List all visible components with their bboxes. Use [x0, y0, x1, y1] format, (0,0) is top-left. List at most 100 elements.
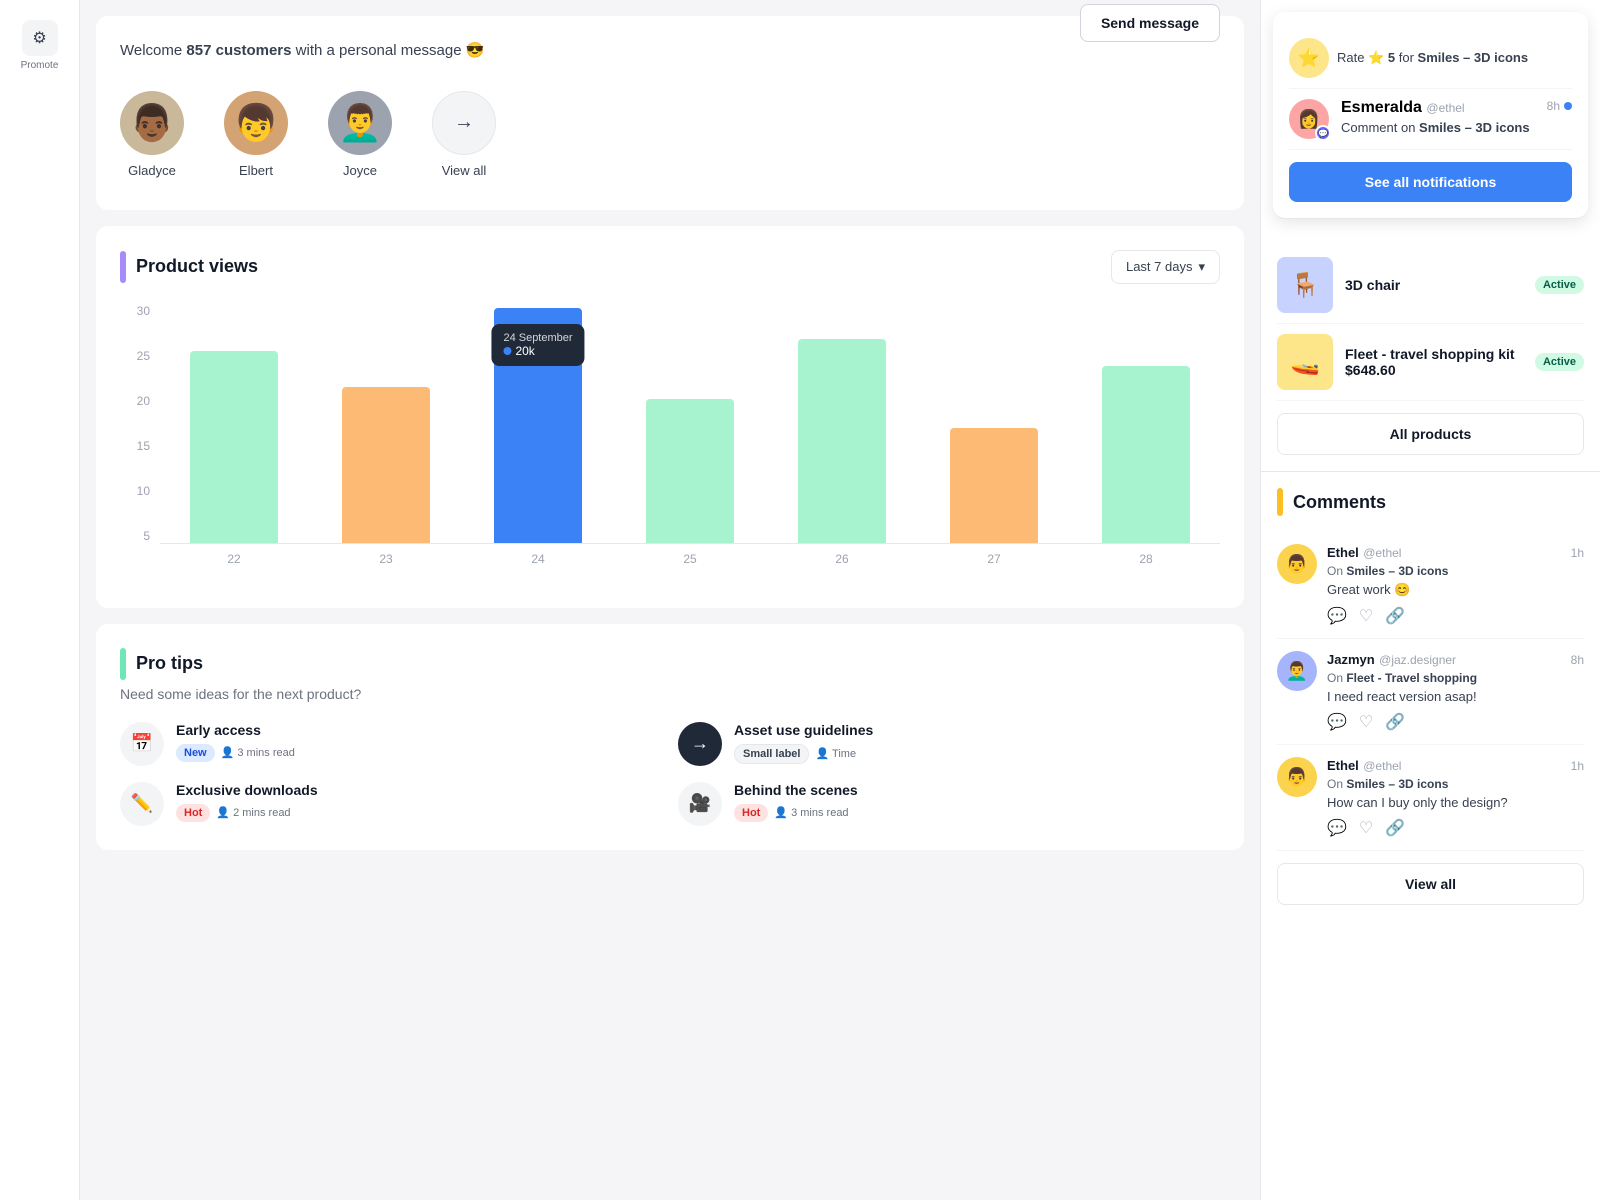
comment-ethel-1: 👨 Ethel @ethel 1h On Smiles – 3D icons G… [1277, 532, 1584, 639]
product-fleet-name: Fleet - travel shopping kit [1345, 346, 1523, 362]
product-views-card: Product views Last 7 days ▾ 5 10 15 20 2… [96, 226, 1244, 608]
avatar-gladyce-image: 👨🏾 [120, 91, 184, 155]
products-section: 🪑 3D chair Active 🚤 Fleet - travel shopp… [1261, 231, 1600, 472]
chart-bars: 24 September 20k [160, 304, 1220, 544]
pro-tips-card: Pro tips Need some ideas for the next pr… [96, 624, 1244, 850]
comment-ethel-1-avatar: 👨 [1277, 544, 1317, 584]
pro-tips-subtitle: Need some ideas for the next product? [120, 686, 1220, 702]
product-3d-chair-thumb: 🪑 [1277, 257, 1333, 313]
avatar-joyce-image: 👨‍🦱 [328, 91, 392, 155]
comment-ethel-1-author: Ethel [1327, 545, 1359, 560]
unread-dot [1564, 102, 1572, 110]
bar-23 [312, 304, 460, 543]
bar-22 [160, 304, 308, 543]
tip-asset-guidelines-title: Asset use guidelines [734, 722, 873, 738]
comment-jazmyn-product: On Fleet - Travel shopping [1327, 671, 1584, 685]
all-products-button[interactable]: All products [1277, 413, 1584, 455]
link-button-2[interactable]: 🔗 [1385, 712, 1405, 732]
comment-ethel-2-time: 1h [1571, 759, 1584, 773]
welcome-text: Welcome 857 customers with a personal me… [120, 40, 484, 63]
comments-section: Comments 👨 Ethel @ethel 1h On Smiles – 3… [1261, 472, 1600, 921]
title-accent-green [120, 648, 126, 680]
chart-x-labels: 22 23 24 25 26 27 28 [160, 552, 1220, 566]
avatar-gladyce[interactable]: 👨🏾 Gladyce [120, 91, 184, 178]
comment-ethel-2-product: On Smiles – 3D icons [1327, 777, 1584, 791]
comment-ethel-1-product: On Smiles – 3D icons [1327, 564, 1584, 578]
see-all-notifications-button[interactable]: See all notifications [1289, 162, 1572, 202]
avatar-elbert-name: Elbert [239, 163, 273, 178]
like-button-3[interactable]: ♡ [1359, 818, 1373, 838]
view-all-comments-button[interactable]: View all [1277, 863, 1584, 905]
tip-behind-scenes-title: Behind the scenes [734, 782, 858, 798]
tag-new: New [176, 744, 215, 762]
tip-arrow-icon: → [678, 722, 722, 766]
tag-time: 👤 Time [815, 744, 856, 764]
comment-ethel-1-time: 1h [1571, 546, 1584, 560]
comment-ethel-2-text: How can I buy only the design? [1327, 795, 1584, 810]
welcome-card: Welcome 857 customers with a personal me… [96, 16, 1244, 210]
sidebar: ⚙ Promote [0, 0, 80, 1200]
like-button-1[interactable]: ♡ [1359, 606, 1373, 626]
reply-button-1[interactable]: 💬 [1327, 606, 1347, 626]
tag-small-label: Small label [734, 744, 809, 764]
avatar-row: 👨🏾 Gladyce 👦 Elbert 👨‍🦱 Joyce → View all [120, 83, 1220, 186]
view-all-label: View all [442, 163, 487, 178]
rate-avatar: ⭐ [1289, 38, 1329, 78]
bar-25 [616, 304, 764, 543]
product-fleet: 🚤 Fleet - travel shopping kit $648.60 Ac… [1277, 324, 1584, 401]
chevron-down-icon: ▾ [1198, 259, 1205, 275]
product-views-title: Product views [120, 251, 258, 283]
chart-tooltip: 24 September 20k [491, 324, 584, 366]
like-button-2[interactable]: ♡ [1359, 712, 1373, 732]
tip-downloads-icon: ✏️ [120, 782, 164, 826]
tag-read-time: 👤 3 mins read [221, 744, 295, 762]
avatar-view-all[interactable]: → View all [432, 91, 496, 178]
link-button-3[interactable]: 🔗 [1385, 818, 1405, 838]
tag-hot-2: Hot [734, 804, 768, 822]
comment-ethel-2: 👨 Ethel @ethel 1h On Smiles – 3D icons H… [1277, 745, 1584, 851]
sidebar-logo[interactable]: ⚙ [22, 20, 58, 56]
comment-jazmyn-actions: 💬 ♡ 🔗 [1327, 712, 1584, 732]
product-fleet-status: Active [1535, 353, 1584, 371]
comment-jazmyn-author: Jazmyn [1327, 652, 1375, 667]
avatar-elbert-image: 👦 [224, 91, 288, 155]
bar-24: 24 September 20k [464, 304, 612, 543]
sidebar-label: Promote [21, 60, 59, 71]
tip-early-access: 📅 Early access New 👤 3 mins read [120, 722, 662, 766]
period-selector-button[interactable]: Last 7 days ▾ [1111, 250, 1220, 284]
product-fleet-thumb: 🚤 [1277, 334, 1333, 390]
bar-26 [768, 304, 916, 543]
tip-video-icon: 🎥 [678, 782, 722, 826]
comments-title: Comments [1277, 488, 1584, 516]
avatar-elbert[interactable]: 👦 Elbert [224, 91, 288, 178]
product-3d-chair-status: Active [1535, 276, 1584, 294]
tip-asset-guidelines: → Asset use guidelines Small label 👤 Tim… [678, 722, 1220, 766]
send-message-button[interactable]: Send message [1080, 4, 1220, 42]
right-panel: ⭐ Rate ⭐ 5 for Smiles – 3D icons 👩 💬 Es [1260, 0, 1600, 1200]
product-3d-chair-name: 3D chair [1345, 277, 1523, 293]
chart-y-labels: 5 10 15 20 25 30 [120, 304, 150, 544]
tag-read-2mins: 👤 2 mins read [216, 804, 290, 822]
tip-behind-scenes: 🎥 Behind the scenes Hot 👤 3 mins read [678, 782, 1220, 826]
product-views-header: Product views Last 7 days ▾ [120, 250, 1220, 284]
tip-early-access-icon: 📅 [120, 722, 164, 766]
tip-early-access-title: Early access [176, 722, 295, 738]
esmeralda-avatar: 👩 💬 [1289, 99, 1329, 139]
title-accent-purple [120, 251, 126, 283]
reply-button-3[interactable]: 💬 [1327, 818, 1347, 838]
product-views-chart: 5 10 15 20 25 30 [120, 304, 1220, 584]
avatar-joyce-name: Joyce [343, 163, 377, 178]
bar-28 [1072, 304, 1220, 543]
bar-27 [920, 304, 1068, 543]
avatar-joyce[interactable]: 👨‍🦱 Joyce [328, 91, 392, 178]
comments-accent [1277, 488, 1283, 516]
comment-ethel-2-author: Ethel [1327, 758, 1359, 773]
comment-jazmyn-avatar: 👨‍🦱 [1277, 651, 1317, 691]
pro-tips-title: Pro tips [120, 648, 1220, 680]
tip-exclusive-downloads-title: Exclusive downloads [176, 782, 318, 798]
tag-hot-1: Hot [176, 804, 210, 822]
reply-button-2[interactable]: 💬 [1327, 712, 1347, 732]
notification-esmeralda: 👩 💬 Esmeralda @ethel 8h [1289, 89, 1572, 150]
tooltip-dot [503, 347, 511, 355]
link-button-1[interactable]: 🔗 [1385, 606, 1405, 626]
